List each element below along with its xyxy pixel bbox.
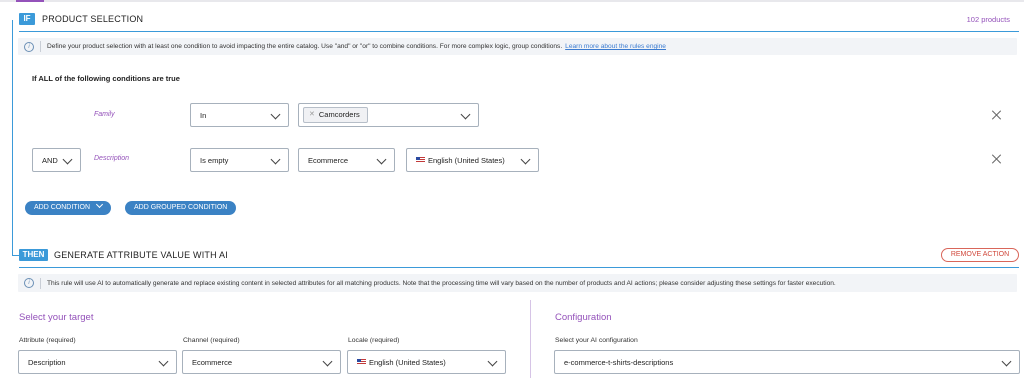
info-divider — [40, 41, 41, 52]
chevron-down-icon — [322, 356, 333, 367]
column-divider — [530, 300, 531, 378]
us-flag-icon — [357, 359, 366, 365]
add-grouped-condition-button[interactable]: ADD GROUPED CONDITION — [125, 201, 237, 215]
channel-label: Channel (required) — [183, 337, 240, 344]
condition-2-locale-value: English (United States) — [428, 155, 505, 165]
attribute-label: Attribute (required) — [19, 337, 76, 344]
chevron-down-icon — [158, 356, 169, 367]
chevron-down-icon — [1001, 356, 1012, 367]
condition-2-operator-select[interactable]: Is empty — [190, 148, 289, 172]
action-separator — [19, 267, 1019, 268]
top-accent — [16, 0, 44, 2]
conditions-heading: If ALL of the following conditions are t… — [32, 74, 180, 83]
chip-remove-icon[interactable]: ✕ — [309, 108, 315, 122]
if-tag: IF — [19, 13, 35, 25]
condition-1-operator-select[interactable]: In — [190, 103, 289, 127]
action-title: GENERATE ATTRIBUTE VALUE WITH AI — [54, 250, 228, 260]
product-selection-title: PRODUCT SELECTION — [42, 14, 144, 24]
chevron-down-icon — [376, 154, 387, 165]
ai-config-select[interactable]: e-commerce-t-shirts-descriptions — [554, 350, 1020, 374]
target-locale-value: English (United States) — [369, 357, 446, 367]
rule-connector-foot — [12, 255, 19, 256]
info-icon: i — [24, 41, 34, 52]
target-attribute-value: Description — [28, 357, 66, 367]
condition-2-attribute: Description — [94, 155, 130, 162]
target-attribute-select[interactable]: Description — [18, 350, 177, 374]
condition-2-channel-value: Ecommerce — [308, 155, 349, 165]
locale-label: Locale (required) — [348, 337, 400, 344]
condition-1-attribute: Family — [94, 111, 115, 118]
condition-2-connector-select[interactable]: AND — [32, 148, 81, 172]
then-tag: THEN — [19, 249, 48, 261]
condition-1-value-multiselect[interactable]: ✕ Camcorders — [298, 103, 479, 127]
info-text: Define your product selection with at le… — [47, 43, 563, 50]
add-condition-label: ADD CONDITION — [34, 204, 90, 211]
us-flag-icon — [416, 157, 425, 163]
remove-action-button[interactable]: REMOVE ACTION — [941, 248, 1019, 262]
camcorders-chip[interactable]: ✕ Camcorders — [303, 107, 368, 123]
chip-label: Camcorders — [318, 110, 360, 119]
chevron-down-icon — [270, 109, 281, 120]
add-condition-button[interactable]: ADD CONDITION — [25, 200, 111, 215]
condition-1-operator-value: In — [200, 110, 207, 120]
product-selection-info-banner: i Define your product selection with at … — [18, 38, 1017, 55]
remove-condition-2-icon[interactable] — [991, 153, 1003, 165]
condition-2-channel-select[interactable]: Ecommerce — [298, 148, 395, 172]
top-border — [0, 0, 1024, 2]
chevron-down-icon — [95, 200, 104, 209]
remove-condition-1-icon[interactable] — [991, 109, 1003, 121]
section-separator — [19, 31, 1019, 32]
target-locale-select[interactable]: English (United States) — [347, 350, 506, 374]
action-info-banner: i This rule will use AI to automatically… — [18, 274, 1017, 292]
chevron-down-icon — [460, 109, 471, 120]
action-info-text: This rule will use AI to automatically g… — [47, 279, 836, 287]
select-target-title: Select your target — [19, 312, 94, 323]
configuration-title: Configuration — [555, 312, 612, 323]
condition-2-operator-value: Is empty — [200, 155, 229, 165]
chevron-down-icon — [270, 154, 281, 165]
info-icon: i — [24, 278, 34, 288]
condition-2-connector-value: AND — [42, 155, 58, 165]
info-divider — [40, 277, 41, 289]
chevron-down-icon — [520, 154, 531, 165]
rule-connector-line — [12, 20, 13, 256]
rules-engine-link[interactable]: Learn more about the rules engine — [565, 43, 666, 50]
chevron-down-icon — [487, 356, 498, 367]
target-channel-value: Ecommerce — [192, 357, 233, 367]
condition-2-locale-select[interactable]: English (United States) — [406, 148, 539, 172]
chevron-down-icon — [62, 154, 73, 165]
ai-config-value: e-commerce-t-shirts-descriptions — [564, 357, 674, 367]
target-channel-select[interactable]: Ecommerce — [182, 350, 341, 374]
product-count: 102 products — [966, 15, 1010, 24]
ai-config-label: Select your AI configuration — [555, 337, 638, 344]
